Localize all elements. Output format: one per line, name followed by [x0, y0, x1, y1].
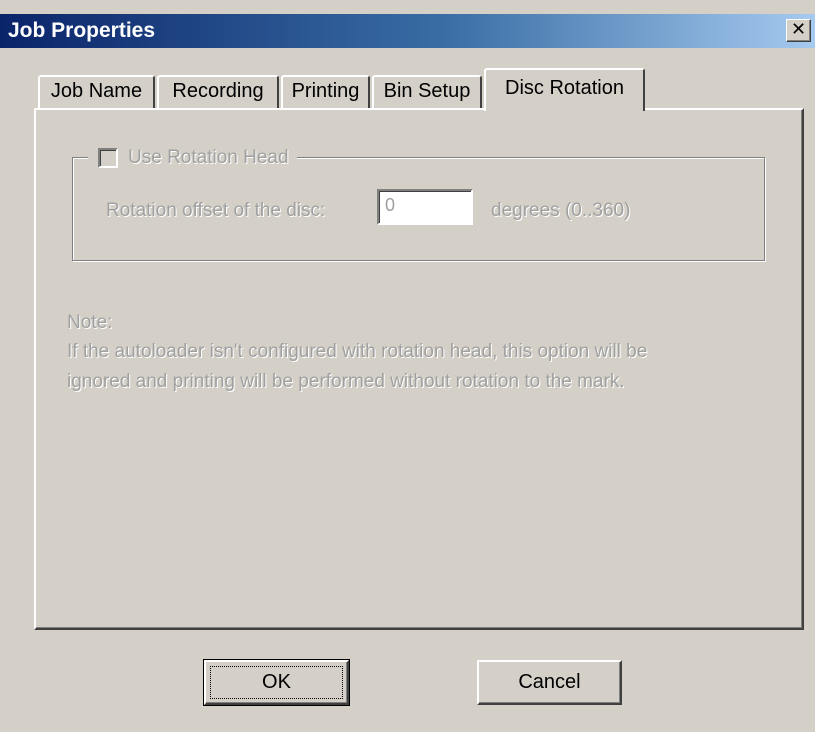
- rotation-offset-input[interactable]: 0: [377, 189, 473, 225]
- use-rotation-head-checkbox[interactable]: [98, 148, 118, 168]
- tab-recording[interactable]: Recording: [157, 75, 279, 108]
- close-icon: ✕: [790, 19, 807, 40]
- tab-bin-setup[interactable]: Bin Setup: [372, 75, 482, 108]
- tab-label: Recording: [172, 80, 264, 102]
- tab-disc-rotation[interactable]: Disc Rotation: [484, 68, 645, 111]
- ok-button[interactable]: OK: [203, 659, 350, 706]
- rotation-offset-label: Rotation offset of the disc:: [106, 200, 326, 221]
- note-text-line-1: If the autoloader isn't configured with …: [67, 341, 648, 362]
- note-title: Note:: [67, 312, 113, 333]
- tab-label: Disc Rotation: [505, 77, 624, 99]
- cancel-button[interactable]: Cancel: [477, 660, 622, 705]
- rotation-groupbox-legend: Use Rotation Head: [88, 145, 297, 171]
- rotation-offset-value: 0: [385, 195, 396, 215]
- focus-rectangle: [210, 666, 343, 699]
- tab-label: Printing: [291, 80, 360, 102]
- close-button[interactable]: ✕: [786, 19, 811, 42]
- tab-label: Bin Setup: [383, 80, 471, 102]
- degrees-range-label: degrees (0..360): [491, 200, 631, 221]
- title-bar[interactable]: Job Properties ✕: [0, 14, 815, 48]
- tab-label: Job Name: [50, 80, 143, 102]
- cancel-button-label: Cancel: [518, 671, 581, 693]
- use-rotation-head-label: Use Rotation Head: [128, 147, 289, 168]
- note-text-line-2: ignored and printing will be performed w…: [67, 371, 625, 392]
- job-properties-dialog: Job Properties ✕ Job Name Recording Prin…: [0, 0, 815, 732]
- dialog-title: Job Properties: [8, 19, 156, 42]
- tab-printing[interactable]: Printing: [281, 75, 370, 108]
- tab-job-name[interactable]: Job Name: [38, 75, 155, 108]
